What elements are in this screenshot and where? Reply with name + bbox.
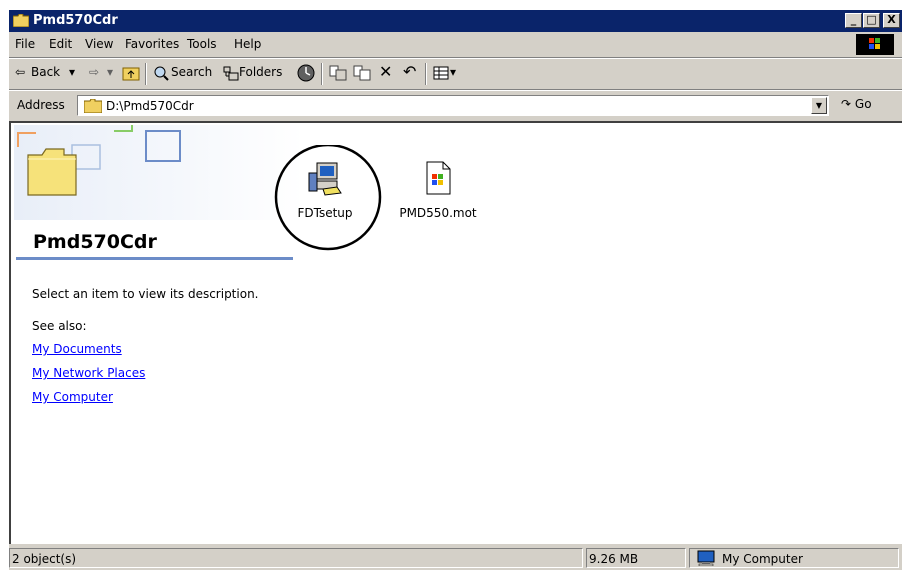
views-dropdown-icon[interactable]: ▾ (450, 65, 456, 79)
go-arrow-icon: ↷ (841, 97, 852, 111)
status-size: 9.26 MB (586, 548, 686, 568)
forward-arrow-icon[interactable]: ⇨ (89, 65, 99, 79)
copy-to-icon[interactable] (353, 65, 371, 81)
menu-tools[interactable]: Tools (187, 37, 217, 51)
address-value: D:\Pmd570Cdr (106, 99, 194, 113)
folder-icon (13, 14, 29, 27)
minimize-button[interactable]: _ (845, 13, 862, 28)
menu-help[interactable]: Help (234, 37, 261, 51)
see-also-label: See also: (32, 319, 87, 333)
status-zone-label: My Computer (722, 552, 803, 566)
document-icon (426, 161, 451, 195)
address-input[interactable]: D:\Pmd570Cdr ▼ (77, 95, 829, 116)
close-button[interactable]: X (883, 13, 900, 28)
my-computer-icon (697, 550, 715, 566)
back-dropdown-icon[interactable]: ▾ (69, 65, 75, 79)
search-icon (154, 66, 169, 81)
status-object-count: 2 object(s) (9, 548, 583, 568)
explorer-window: Pmd570Cdr _ □ X File Edit View Favorites… (9, 10, 902, 570)
delete-icon[interactable]: ✕ (379, 62, 392, 81)
toolbar-separator (425, 63, 427, 85)
undo-icon[interactable]: ↶ (403, 62, 416, 81)
menu-file[interactable]: File (15, 37, 35, 51)
toolbar-separator (145, 63, 147, 85)
link-my-documents[interactable]: My Documents (32, 342, 122, 356)
back-button[interactable]: Back (31, 65, 60, 79)
menu-view[interactable]: View (85, 37, 113, 51)
status-zone: My Computer (689, 548, 899, 568)
folders-button[interactable]: Folders (239, 65, 282, 79)
maximize-button[interactable]: □ (863, 13, 880, 28)
folder-icon (84, 99, 102, 113)
file-label: FDTsetup (297, 206, 353, 220)
windows-logo-icon (856, 34, 894, 55)
menu-edit[interactable]: Edit (49, 37, 72, 51)
up-folder-icon[interactable] (122, 65, 140, 81)
address-dropdown-button[interactable]: ▼ (811, 97, 827, 114)
folder-banner-graphic (14, 125, 304, 220)
status-bar: 2 object(s) 9.26 MB My Computer (9, 546, 902, 570)
folders-icon (223, 66, 239, 81)
move-to-icon[interactable] (329, 65, 347, 81)
title-underline (16, 257, 293, 260)
history-icon[interactable] (297, 64, 315, 82)
description-text: Select an item to view its description. (32, 287, 259, 301)
search-button[interactable]: Search (171, 65, 212, 79)
forward-dropdown-icon[interactable]: ▾ (107, 65, 113, 79)
folder-content[interactable]: Pmd570Cdr Select an item to view its des… (9, 121, 902, 544)
file-label: PMD550.mot (399, 206, 477, 220)
setup-computer-icon (308, 162, 342, 196)
go-button[interactable]: ↷ Go (841, 97, 872, 111)
window-title: Pmd570Cdr (33, 13, 118, 28)
folder-title: Pmd570Cdr (33, 231, 157, 253)
menu-bar: File Edit View Favorites Tools Help (9, 33, 902, 58)
back-arrow-icon[interactable]: ⇦ (15, 65, 25, 79)
link-my-network-places[interactable]: My Network Places (32, 366, 145, 380)
toolbar: ⇦ Back ▾ ⇨ ▾ Search Folders ✕ ↶ ▾ (9, 58, 902, 90)
toolbar-separator (321, 63, 323, 85)
views-icon[interactable] (433, 65, 449, 81)
address-label: Address (17, 98, 65, 112)
link-my-computer[interactable]: My Computer (32, 390, 113, 404)
menu-favorites[interactable]: Favorites (125, 37, 179, 51)
title-bar[interactable]: Pmd570Cdr _ □ X (9, 10, 902, 32)
go-label: Go (854, 97, 872, 111)
address-bar: Address D:\Pmd570Cdr ▼ ↷ Go (9, 90, 902, 122)
